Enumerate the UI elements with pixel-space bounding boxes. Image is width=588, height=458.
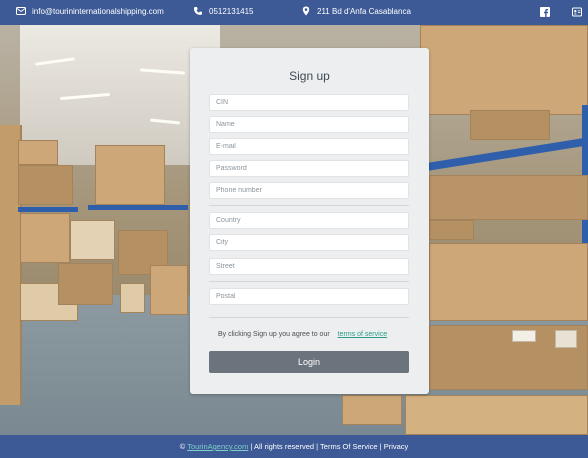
password-field[interactable] [209,160,409,177]
street-field[interactable] [209,258,409,275]
crate [429,175,588,220]
signup-title: Sign up [289,69,330,83]
form-divider [209,205,409,206]
map-pin-icon [301,6,311,16]
crate [58,263,113,305]
contact-card-icon[interactable] [572,7,582,17]
city-field[interactable] [209,234,409,251]
name-field[interactable] [209,116,409,133]
postal-field[interactable] [209,288,409,305]
crate [420,25,588,115]
facebook-icon[interactable] [540,7,550,17]
country-field[interactable] [209,212,409,229]
crate-label [555,330,577,348]
email-contact[interactable]: info@tourininternationalshipping.com [16,6,164,16]
copyright-symbol: © [179,442,186,451]
envelope-icon [16,6,26,16]
terms-text: By clicking Sign up you agree to our [218,331,330,338]
crate [18,165,73,205]
top-contact-bar: info@tourininternationalshipping.com 051… [0,0,588,25]
crate [429,220,474,240]
crate [405,395,588,435]
shelf-beam [429,137,588,171]
email-field[interactable] [209,138,409,155]
shelf-beam [18,207,78,212]
form-divider [209,281,409,282]
terms-notice: By clicking Sign up you agree to our term… [218,331,387,338]
page-footer: © TourinAgency.com | All rights reserved… [0,435,588,458]
phone-contact[interactable]: 0512131415 [193,6,254,16]
address-contact[interactable]: 211 Bd d'Anfa Casablanca [301,6,411,16]
crate [120,283,145,313]
phone-text: 0512131415 [209,6,254,16]
crate [429,243,588,321]
crate [70,220,115,260]
privacy-footer-link[interactable]: | Privacy [380,442,409,451]
email-text: info@tourininternationalshipping.com [32,6,164,16]
rights-text: | All rights reserved [250,442,315,451]
crate-label [512,330,536,342]
crate [470,110,550,140]
crate [20,213,70,263]
crate [150,265,188,315]
login-button[interactable]: Login [209,351,409,373]
cin-field[interactable] [209,94,409,111]
terms-of-service-link[interactable]: terms of service [338,331,387,338]
address-text: 211 Bd d'Anfa Casablanca [317,6,411,16]
phone-number-field[interactable] [209,182,409,199]
form-divider [209,317,409,318]
crate [95,145,165,205]
signup-card: Sign up By clicking Sign up you agree to… [190,48,429,394]
brand-link[interactable]: TourinAgency.com [187,442,248,451]
terms-of-service-footer-link[interactable]: | Terms Of Service [316,442,377,451]
crate [18,140,58,165]
phone-icon [193,6,203,16]
crate [342,395,402,425]
shelf-beam [88,205,188,210]
